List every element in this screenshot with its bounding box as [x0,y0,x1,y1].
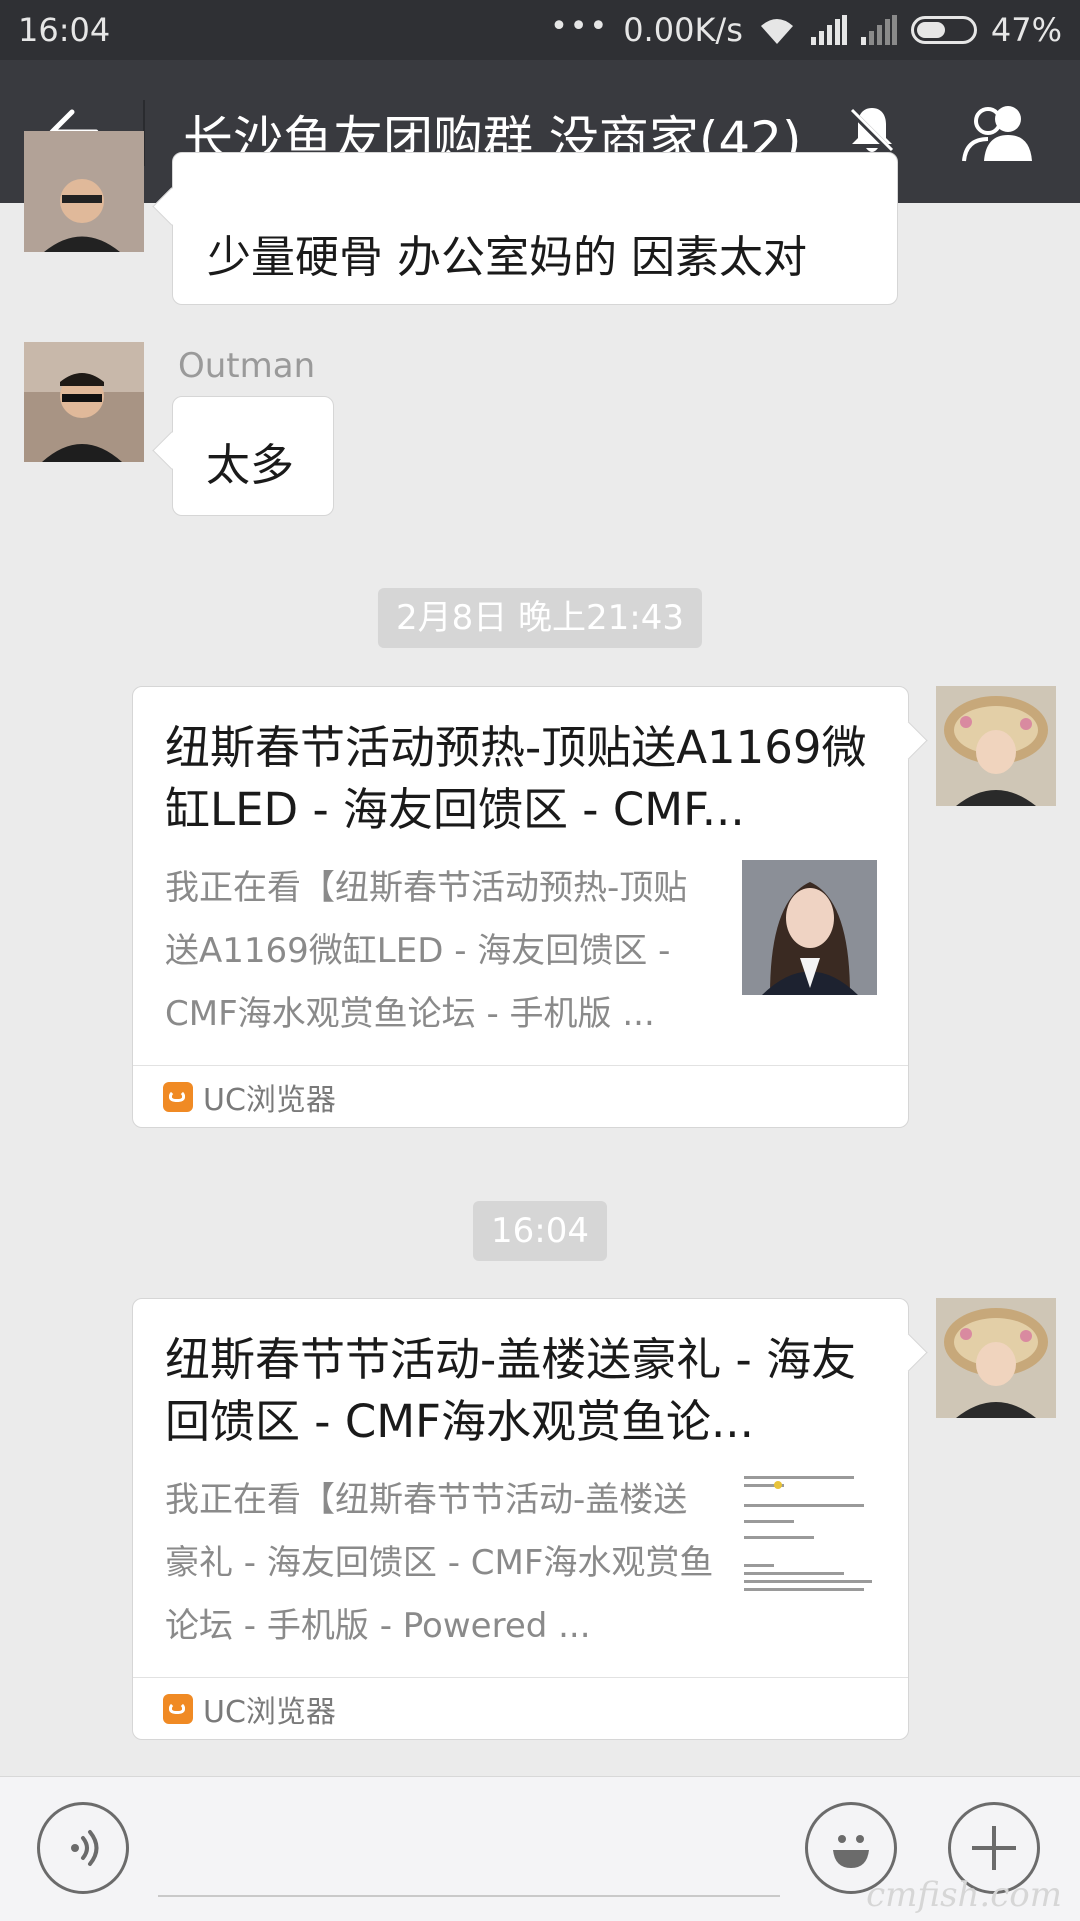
avatar-photo [936,1298,1056,1418]
timestamp: 2月8日 晚上21:43 [377,588,703,648]
signal-icon [810,15,847,45]
voice-input-button[interactable] [37,1802,129,1894]
uc-browser-icon [163,1081,193,1112]
link-card-description: 我正在看【纽斯春节活动预热-顶贴送A1169微缸LED - 海友回馈区 - CM… [165,868,688,1034]
link-card-thumbnail [742,860,877,995]
plus-icon [972,1826,1016,1870]
watermark-text: cmfish.com [866,1875,1062,1915]
avatar-photo [24,342,144,462]
uc-browser-icon [163,1693,193,1724]
link-card[interactable]: 纽斯春节活动预热-顶贴送A1169微缸LED - 海友回馈区 - CMF... … [132,686,909,1128]
avatar-outman[interactable] [24,131,144,252]
battery-icon [910,16,977,44]
message-text: 太多 [206,440,294,491]
voice-input-icon [71,1830,99,1866]
link-card-title: 纽斯春节活动预热-顶贴送A1169微缸LED - 海友回馈区 - CMF... [165,721,867,836]
avatar-outman[interactable] [24,342,144,462]
input-bar: cmfish.com [0,1776,1080,1921]
group-members-button[interactable] [945,98,1055,168]
more-notifications-icon: ••• [550,8,610,44]
message-bubble[interactable]: 少量硬骨 办公室妈的 因素太对 [172,152,898,305]
link-card[interactable]: 纽斯春节节活动-盖楼送豪礼 - 海友回馈区 - CMF海水观赏鱼论... 我正在… [132,1298,909,1740]
link-card-source: UC浏览器 [133,1677,908,1739]
network-speed: 0.00K/s [623,11,743,49]
status-bar: 16:04 ••• 0.00K/s 47% [0,0,1080,60]
thumbnail-image [742,860,877,995]
avatar-photo [24,131,144,252]
link-card-source: UC浏览器 [133,1065,908,1127]
avatar-self[interactable] [936,1298,1056,1418]
thumbnail-image [742,1472,877,1607]
link-card-title: 纽斯春节节活动-盖楼送豪礼 - 海友回馈区 - CMF海水观赏鱼论... [165,1333,857,1448]
link-card-thumbnail [742,1472,877,1607]
wifi-icon [760,19,793,44]
sender-name: Outman [178,346,316,386]
timestamp: 16:04 [473,1201,607,1261]
message-input[interactable] [158,1895,780,1897]
source-label: UC浏览器 [203,1694,336,1730]
link-card-description: 我正在看【纽斯春节节活动-盖楼送豪礼 - 海友回馈区 - CMF海水观赏鱼论坛 … [165,1480,714,1646]
avatar-photo [936,686,1056,806]
message-bubble[interactable]: 太多 [172,396,334,516]
emoji-icon [833,1835,869,1868]
mute-bell-icon [849,108,895,155]
signal-2-icon [860,15,897,45]
battery-percent: 47% [990,11,1062,49]
source-label: UC浏览器 [203,1082,336,1118]
status-time: 16:04 [18,11,111,49]
group-members-icon [962,106,1032,162]
message-text: 少量硬骨 办公室妈的 因素太对 [207,232,807,283]
avatar-self[interactable] [936,686,1056,806]
